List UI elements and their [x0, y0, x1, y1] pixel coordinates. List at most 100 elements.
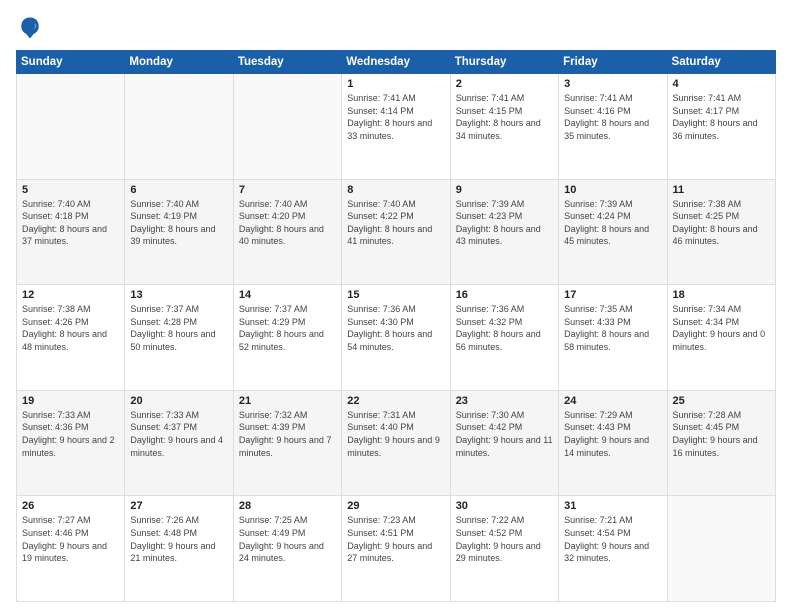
day-number: 27 — [130, 500, 227, 512]
day-info: Sunrise: 7:28 AM Sunset: 4:45 PM Dayligh… — [673, 409, 770, 459]
day-number: 10 — [564, 184, 661, 196]
day-number: 20 — [130, 395, 227, 407]
day-info: Sunrise: 7:41 AM Sunset: 4:14 PM Dayligh… — [347, 92, 444, 142]
day-info: Sunrise: 7:40 AM Sunset: 4:20 PM Dayligh… — [239, 198, 336, 248]
day-number: 6 — [130, 184, 227, 196]
week-row-4: 19 Sunrise: 7:33 AM Sunset: 4:36 PM Dayli… — [17, 390, 776, 496]
day-cell: 23 Sunrise: 7:30 AM Sunset: 4:42 PM Dayli… — [450, 390, 558, 496]
day-cell: 18 Sunrise: 7:34 AM Sunset: 4:34 PM Dayli… — [667, 285, 775, 391]
day-info: Sunrise: 7:23 AM Sunset: 4:51 PM Dayligh… — [347, 514, 444, 564]
day-cell — [667, 496, 775, 602]
day-info: Sunrise: 7:26 AM Sunset: 4:48 PM Dayligh… — [130, 514, 227, 564]
weekday-header-thursday: Thursday — [450, 51, 558, 74]
day-info: Sunrise: 7:39 AM Sunset: 4:24 PM Dayligh… — [564, 198, 661, 248]
day-cell: 21Sunrise: 7:32 AM Sunset: 4:39 PM Dayli… — [233, 390, 341, 496]
day-cell: 31Sunrise: 7:21 AM Sunset: 4:54 PM Dayli… — [559, 496, 667, 602]
day-number: 23 — [456, 395, 553, 407]
weekday-header-friday: Friday — [559, 51, 667, 74]
day-info: Sunrise: 7:22 AM Sunset: 4:52 PM Dayligh… — [456, 514, 553, 564]
day-cell: 25 Sunrise: 7:28 AM Sunset: 4:45 PM Dayli… — [667, 390, 775, 496]
day-info: Sunrise: 7:38 AM Sunset: 4:26 PM Dayligh… — [22, 303, 119, 353]
day-cell: 8 Sunrise: 7:40 AM Sunset: 4:22 PM Daylig… — [342, 179, 450, 285]
day-number: 26 — [22, 500, 119, 512]
day-number: 13 — [130, 289, 227, 301]
week-row-1: 1Sunrise: 7:41 AM Sunset: 4:14 PM Daylig… — [17, 74, 776, 180]
day-info: Sunrise: 7:40 AM Sunset: 4:19 PM Dayligh… — [130, 198, 227, 248]
day-cell: 7 Sunrise: 7:40 AM Sunset: 4:20 PM Daylig… — [233, 179, 341, 285]
day-info: Sunrise: 7:25 AM Sunset: 4:49 PM Dayligh… — [239, 514, 336, 564]
day-number: 25 — [673, 395, 770, 407]
day-cell — [233, 74, 341, 180]
day-number: 24 — [564, 395, 661, 407]
day-number: 12 — [22, 289, 119, 301]
day-cell: 16 Sunrise: 7:36 AM Sunset: 4:32 PM Dayli… — [450, 285, 558, 391]
week-row-5: 26Sunrise: 7:27 AM Sunset: 4:46 PM Dayli… — [17, 496, 776, 602]
day-cell: 27 Sunrise: 7:26 AM Sunset: 4:48 PM Dayli… — [125, 496, 233, 602]
day-cell: 10 Sunrise: 7:39 AM Sunset: 4:24 PM Dayli… — [559, 179, 667, 285]
day-cell: 1Sunrise: 7:41 AM Sunset: 4:14 PM Daylig… — [342, 74, 450, 180]
weekday-header-saturday: Saturday — [667, 51, 775, 74]
day-cell: 24 Sunrise: 7:29 AM Sunset: 4:43 PM Dayli… — [559, 390, 667, 496]
day-cell: 17Sunrise: 7:35 AM Sunset: 4:33 PM Dayli… — [559, 285, 667, 391]
day-cell: 12 Sunrise: 7:38 AM Sunset: 4:26 PM Dayli… — [17, 285, 125, 391]
day-info: Sunrise: 7:34 AM Sunset: 4:34 PM Dayligh… — [673, 303, 770, 353]
week-row-3: 12 Sunrise: 7:38 AM Sunset: 4:26 PM Dayli… — [17, 285, 776, 391]
day-cell: 22 Sunrise: 7:31 AM Sunset: 4:40 PM Dayli… — [342, 390, 450, 496]
day-cell: 4 Sunrise: 7:41 AM Sunset: 4:17 PM Daylig… — [667, 74, 775, 180]
logo-icon — [16, 14, 44, 42]
day-cell: 20 Sunrise: 7:33 AM Sunset: 4:37 PM Dayli… — [125, 390, 233, 496]
day-number: 15 — [347, 289, 444, 301]
day-number: 18 — [673, 289, 770, 301]
calendar-table: SundayMondayTuesdayWednesdayThursdayFrid… — [16, 50, 776, 602]
day-cell: 19 Sunrise: 7:33 AM Sunset: 4:36 PM Dayli… — [17, 390, 125, 496]
day-info: Sunrise: 7:33 AM Sunset: 4:36 PM Dayligh… — [22, 409, 119, 459]
day-number: 4 — [673, 78, 770, 90]
day-info: Sunrise: 7:41 AM Sunset: 4:16 PM Dayligh… — [564, 92, 661, 142]
day-number: 9 — [456, 184, 553, 196]
day-info: Sunrise: 7:32 AM Sunset: 4:39 PM Dayligh… — [239, 409, 336, 459]
day-cell: 5Sunrise: 7:40 AM Sunset: 4:18 PM Daylig… — [17, 179, 125, 285]
day-number: 11 — [673, 184, 770, 196]
day-info: Sunrise: 7:30 AM Sunset: 4:42 PM Dayligh… — [456, 409, 553, 459]
logo — [16, 14, 50, 42]
day-cell: 30 Sunrise: 7:22 AM Sunset: 4:52 PM Dayli… — [450, 496, 558, 602]
weekday-header-row: SundayMondayTuesdayWednesdayThursdayFrid… — [17, 51, 776, 74]
weekday-header-wednesday: Wednesday — [342, 51, 450, 74]
day-info: Sunrise: 7:21 AM Sunset: 4:54 PM Dayligh… — [564, 514, 661, 564]
day-cell: 13Sunrise: 7:37 AM Sunset: 4:28 PM Dayli… — [125, 285, 233, 391]
day-info: Sunrise: 7:31 AM Sunset: 4:40 PM Dayligh… — [347, 409, 444, 459]
day-info: Sunrise: 7:35 AM Sunset: 4:33 PM Dayligh… — [564, 303, 661, 353]
day-info: Sunrise: 7:38 AM Sunset: 4:25 PM Dayligh… — [673, 198, 770, 248]
day-number: 16 — [456, 289, 553, 301]
week-row-2: 5Sunrise: 7:40 AM Sunset: 4:18 PM Daylig… — [17, 179, 776, 285]
day-info: Sunrise: 7:36 AM Sunset: 4:30 PM Dayligh… — [347, 303, 444, 353]
day-number: 22 — [347, 395, 444, 407]
day-cell — [17, 74, 125, 180]
day-number: 2 — [456, 78, 553, 90]
day-number: 19 — [22, 395, 119, 407]
day-cell: 11 Sunrise: 7:38 AM Sunset: 4:25 PM Dayli… — [667, 179, 775, 285]
day-number: 28 — [239, 500, 336, 512]
day-number: 30 — [456, 500, 553, 512]
day-number: 29 — [347, 500, 444, 512]
day-info: Sunrise: 7:40 AM Sunset: 4:22 PM Dayligh… — [347, 198, 444, 248]
day-number: 8 — [347, 184, 444, 196]
day-info: Sunrise: 7:36 AM Sunset: 4:32 PM Dayligh… — [456, 303, 553, 353]
day-cell: 9Sunrise: 7:39 AM Sunset: 4:23 PM Daylig… — [450, 179, 558, 285]
day-cell: 29 Sunrise: 7:23 AM Sunset: 4:51 PM Dayli… — [342, 496, 450, 602]
day-cell: 15 Sunrise: 7:36 AM Sunset: 4:30 PM Dayli… — [342, 285, 450, 391]
day-cell — [125, 74, 233, 180]
day-info: Sunrise: 7:40 AM Sunset: 4:18 PM Dayligh… — [22, 198, 119, 248]
weekday-header-monday: Monday — [125, 51, 233, 74]
day-info: Sunrise: 7:37 AM Sunset: 4:29 PM Dayligh… — [239, 303, 336, 353]
page: SundayMondayTuesdayWednesdayThursdayFrid… — [0, 0, 792, 612]
day-info: Sunrise: 7:41 AM Sunset: 4:17 PM Dayligh… — [673, 92, 770, 142]
day-number: 7 — [239, 184, 336, 196]
day-info: Sunrise: 7:33 AM Sunset: 4:37 PM Dayligh… — [130, 409, 227, 459]
day-info: Sunrise: 7:29 AM Sunset: 4:43 PM Dayligh… — [564, 409, 661, 459]
day-cell: 2Sunrise: 7:41 AM Sunset: 4:15 PM Daylig… — [450, 74, 558, 180]
day-cell: 28 Sunrise: 7:25 AM Sunset: 4:49 PM Dayli… — [233, 496, 341, 602]
weekday-header-sunday: Sunday — [17, 51, 125, 74]
header — [16, 14, 776, 42]
day-cell: 14Sunrise: 7:37 AM Sunset: 4:29 PM Dayli… — [233, 285, 341, 391]
